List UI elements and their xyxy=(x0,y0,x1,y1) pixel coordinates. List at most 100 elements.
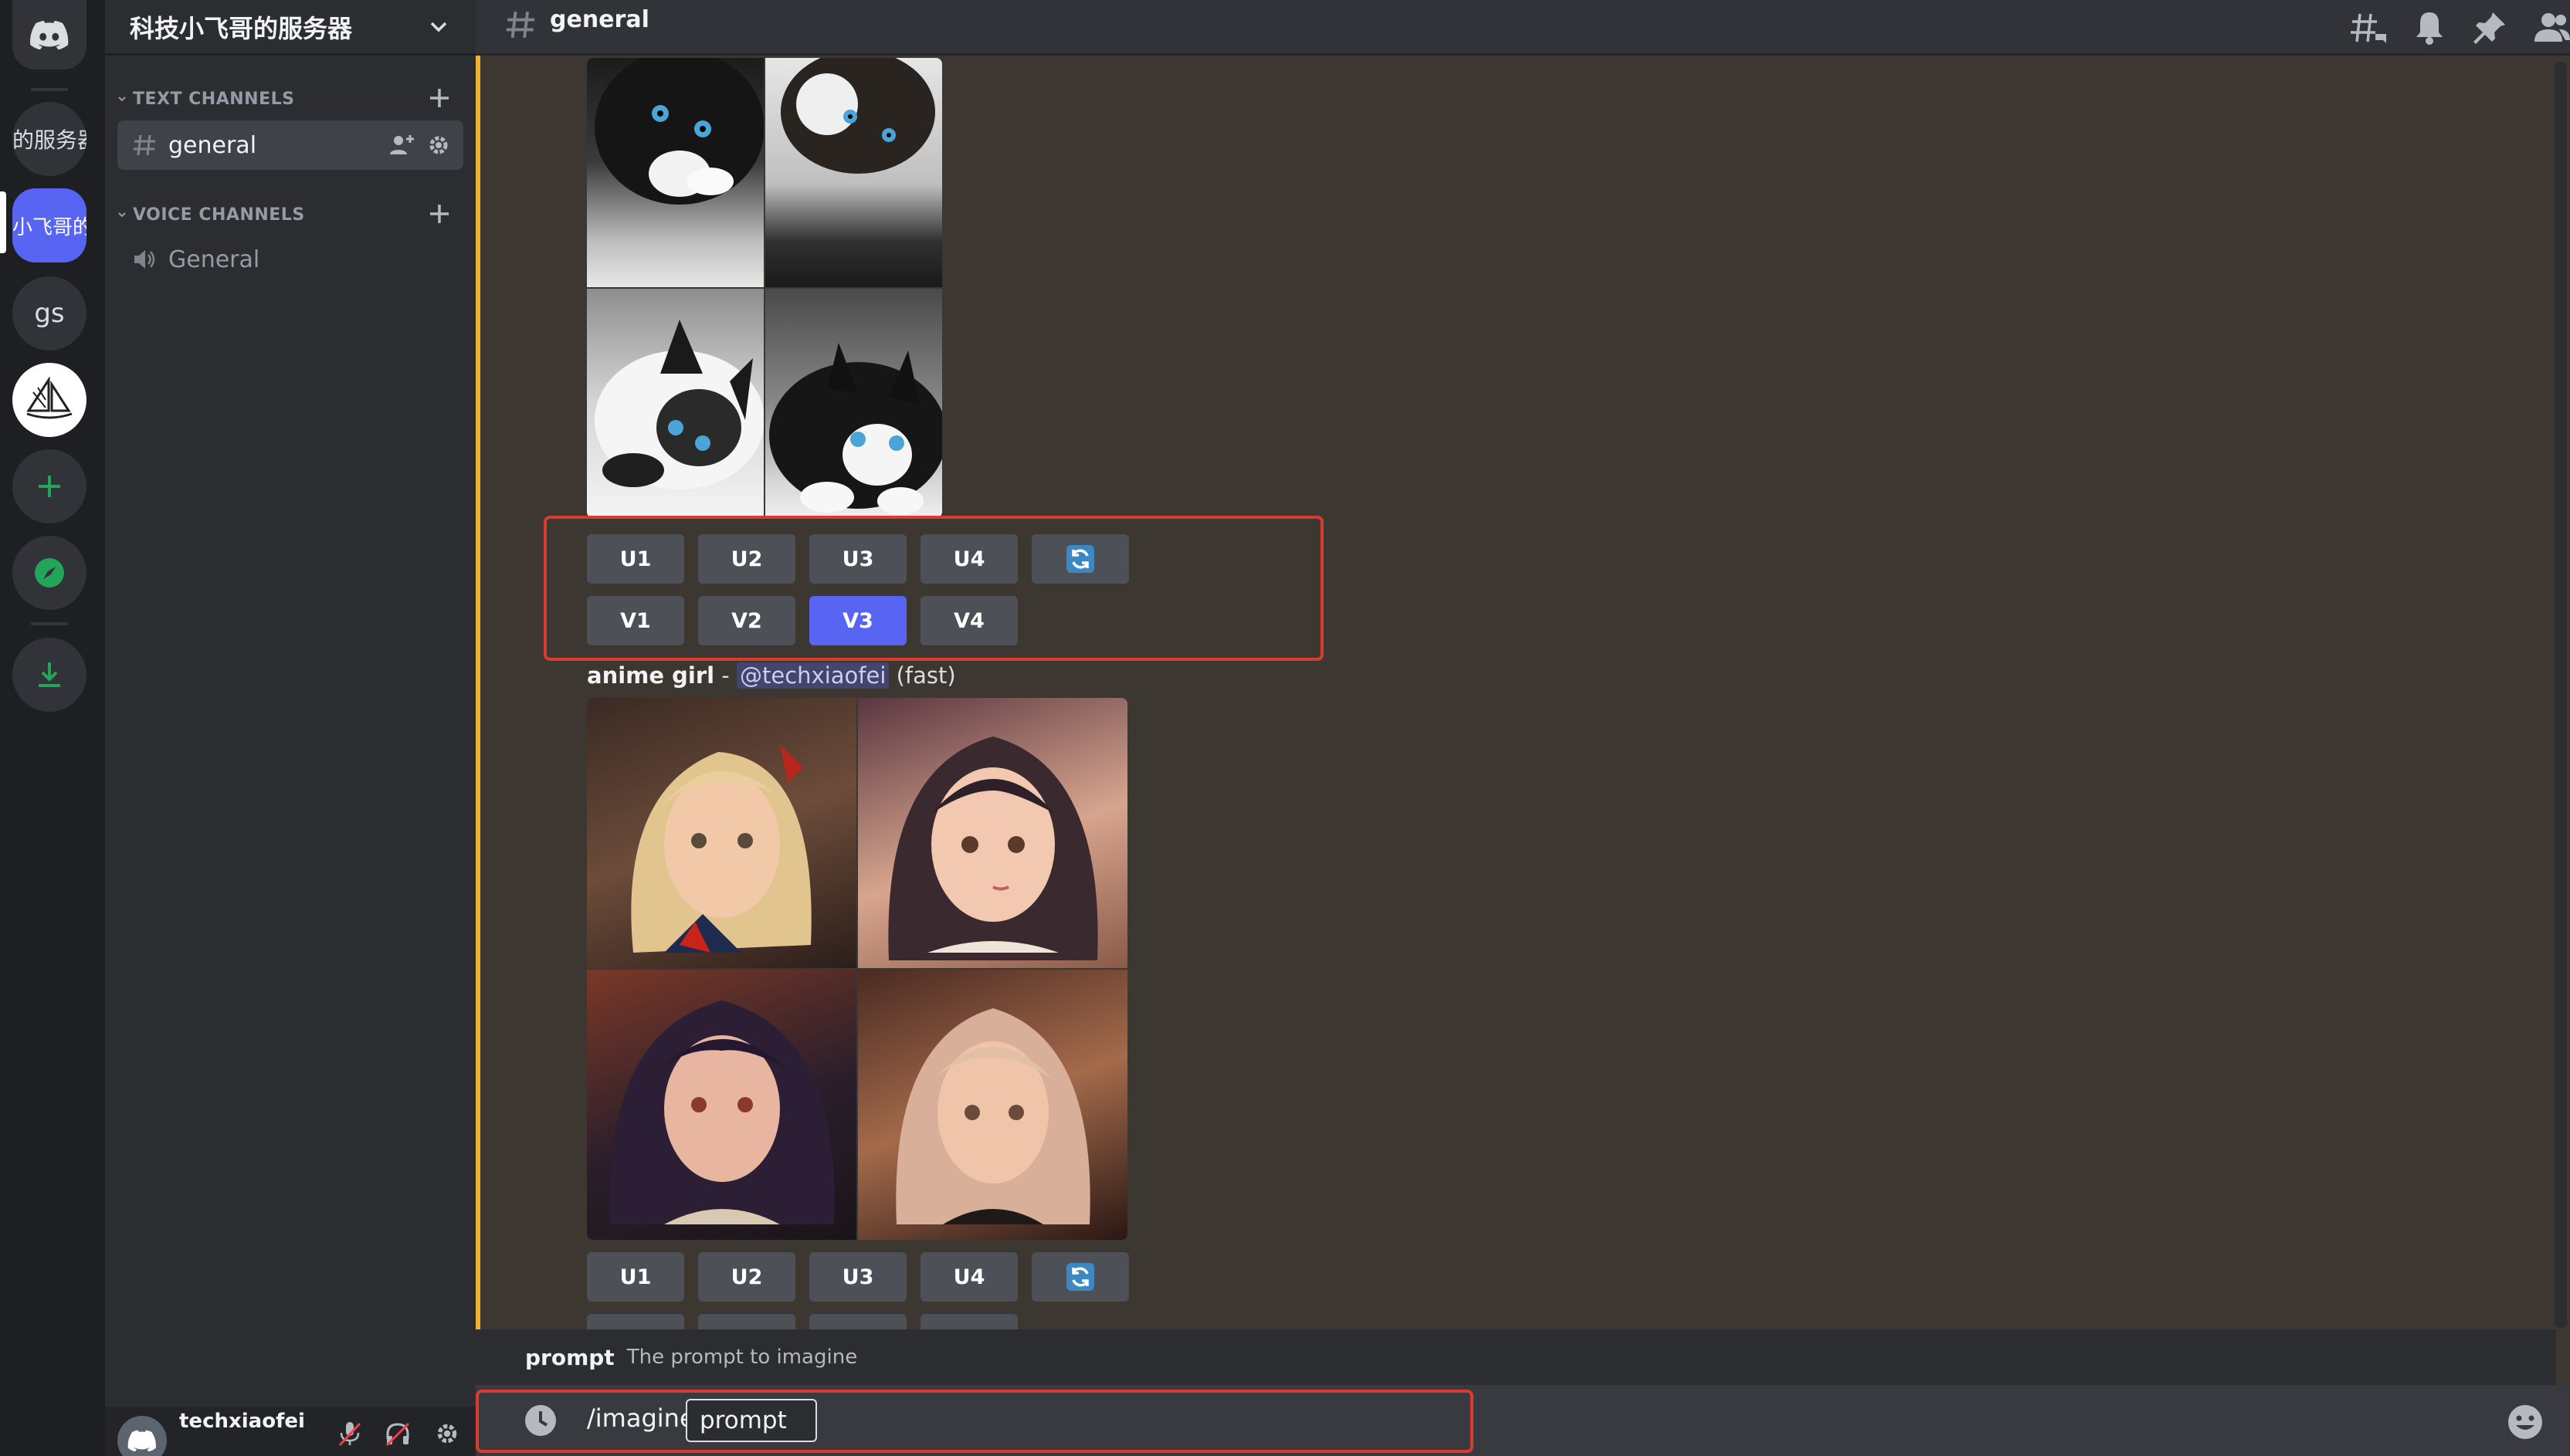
anime-image-4-art xyxy=(896,1008,1090,1224)
mention-highlight-bar xyxy=(476,56,480,1337)
threads-icon[interactable] xyxy=(2349,9,2388,46)
gear-icon[interactable] xyxy=(426,133,451,157)
anime-image-3[interactable] xyxy=(587,970,856,1240)
sailboat-icon xyxy=(26,377,73,419)
upscale-1-button-2[interactable]: U1 xyxy=(587,1252,684,1302)
guild-name: 科技小飞哥的服务器 xyxy=(130,13,353,43)
variation-4-button[interactable]: V4 xyxy=(921,596,1018,645)
channel-header: general xyxy=(476,0,2570,56)
headphones-muted-icon[interactable] xyxy=(385,1420,411,1447)
avatar[interactable] xyxy=(117,1416,167,1456)
separator-text: - xyxy=(714,662,737,689)
hashtag-icon xyxy=(506,11,535,39)
composer-highlight-box xyxy=(476,1390,1473,1453)
explore-servers-button[interactable] xyxy=(12,536,86,610)
discord-home-button[interactable] xyxy=(12,0,86,69)
chat-area: general U1 U2 U3 U4 V1 V2 V3 V4 anime gi… xyxy=(476,0,2570,1456)
upscale-4-button-2[interactable]: U4 xyxy=(921,1252,1018,1302)
command-option-hint[interactable]: prompt The prompt to imagine xyxy=(476,1329,2556,1385)
add-server-button[interactable] xyxy=(12,449,86,523)
cat-image-4[interactable] xyxy=(765,289,942,518)
anime-image-4[interactable] xyxy=(858,970,1127,1240)
refresh-icon xyxy=(1066,1263,1094,1291)
server-2-label: 小飞哥的服务器 xyxy=(12,215,86,239)
channel-actions xyxy=(389,133,451,157)
upscale-2-button[interactable]: U2 xyxy=(698,534,795,584)
variation-row-partial[interactable] xyxy=(809,1314,907,1329)
channel-general[interactable]: general xyxy=(117,120,463,170)
variation-1-button[interactable]: V1 xyxy=(587,596,684,645)
anime-image-2-art xyxy=(888,736,1098,960)
notification-bell-icon[interactable] xyxy=(2411,9,2448,46)
user-mention[interactable]: @techxiaofei xyxy=(737,662,890,689)
cat-image-2[interactable] xyxy=(765,58,942,287)
cat-image-1-art xyxy=(595,58,764,205)
caret-down-icon xyxy=(111,209,133,220)
upscale-3-button[interactable]: U3 xyxy=(809,534,907,584)
variation-row-partial[interactable] xyxy=(921,1314,1018,1329)
hashtag-icon xyxy=(131,132,158,158)
speaker-icon xyxy=(131,246,158,273)
create-channel-icon[interactable] xyxy=(426,85,453,111)
discord-logo-icon xyxy=(30,20,69,49)
channel-sidebar: 科技小飞哥的服务器 TEXT CHANNELS general VOICE CH… xyxy=(105,0,476,1456)
channel-title: general xyxy=(550,6,649,33)
cat-image-1[interactable] xyxy=(587,58,764,287)
message-content: anime girl - @techxiaofei (fast) xyxy=(587,662,956,689)
category-text-channels[interactable]: TEXT CHANNELS xyxy=(111,83,470,114)
upscale-2-button-2[interactable]: U2 xyxy=(698,1252,795,1302)
server-2-button[interactable]: 小飞哥的服务器 xyxy=(12,188,86,262)
mode-text: (fast) xyxy=(896,662,956,689)
server-1-button[interactable]: 的服务器 xyxy=(12,102,86,176)
upscale-4-button[interactable]: U4 xyxy=(921,534,1018,584)
variation-3-button[interactable]: V3 xyxy=(809,596,907,645)
download-apps-button[interactable] xyxy=(12,638,86,712)
compass-icon xyxy=(35,558,64,587)
pin-icon[interactable] xyxy=(2471,9,2508,46)
server-3-label: gs xyxy=(34,298,65,329)
upscale-1-button[interactable]: U1 xyxy=(587,534,684,584)
gear-icon[interactable] xyxy=(434,1420,460,1447)
create-channel-icon[interactable] xyxy=(426,201,453,227)
member-list-icon[interactable] xyxy=(2531,9,2570,46)
discord-app: 的服务器 小飞哥的服务器 gs 科技小飞哥的服务器 TEXT CHANNELS xyxy=(0,0,2570,1456)
image-grid-cats[interactable] xyxy=(587,58,942,518)
variation-2-button[interactable]: V2 xyxy=(698,596,795,645)
prompt-text: anime girl xyxy=(587,662,715,689)
channel-label: General xyxy=(168,245,260,273)
reroll-button-2[interactable] xyxy=(1032,1252,1129,1302)
invite-user-icon[interactable] xyxy=(389,133,415,157)
scrollbar[interactable] xyxy=(2555,62,2567,1328)
username: techxiaofei xyxy=(179,1410,305,1433)
anime-image-1-art xyxy=(631,744,812,953)
image-grid-anime[interactable] xyxy=(587,698,1127,1240)
variation-row-partial[interactable] xyxy=(587,1314,684,1329)
category-label: TEXT CHANNELS xyxy=(133,89,295,109)
anime-image-2[interactable] xyxy=(858,698,1127,968)
midjourney-server-button[interactable] xyxy=(12,363,86,437)
emoji-icon[interactable] xyxy=(2507,1404,2544,1441)
cat-image-3-art xyxy=(595,320,764,489)
rail-separator xyxy=(31,88,68,91)
cat-image-3[interactable] xyxy=(587,289,764,518)
category-label: VOICE CHANNELS xyxy=(133,205,305,225)
upscale-3-button-2[interactable]: U3 xyxy=(809,1252,907,1302)
option-name: prompt xyxy=(525,1344,615,1370)
server-rail: 的服务器 小飞哥的服务器 gs xyxy=(0,0,105,1456)
caret-down-icon xyxy=(111,93,133,104)
reroll-button[interactable] xyxy=(1032,534,1129,584)
anime-image-1[interactable] xyxy=(587,698,856,968)
chevron-down-icon xyxy=(430,22,447,32)
channel-label: general xyxy=(168,131,257,159)
cat-image-2-art xyxy=(781,58,935,174)
mic-muted-icon[interactable] xyxy=(338,1420,361,1447)
anime-image-3-art xyxy=(609,1001,835,1224)
user-panel: techxiaofei xyxy=(105,1407,476,1456)
variation-row-partial[interactable] xyxy=(698,1314,795,1329)
header-toolbar xyxy=(2349,9,2570,46)
cat-image-4-art xyxy=(769,343,942,515)
guild-header[interactable]: 科技小飞哥的服务器 xyxy=(105,0,476,56)
category-voice-channels[interactable]: VOICE CHANNELS xyxy=(111,199,470,230)
voice-channel-general[interactable]: General xyxy=(117,235,463,284)
server-3-button[interactable]: gs xyxy=(12,276,86,350)
